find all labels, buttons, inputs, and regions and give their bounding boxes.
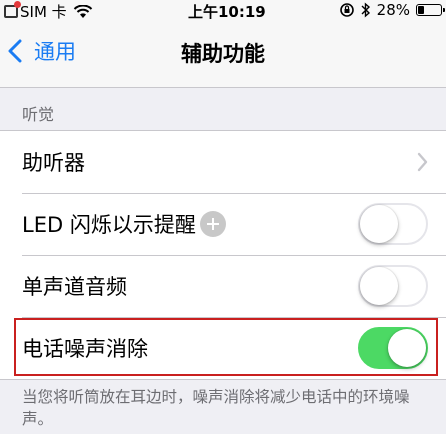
assistive-touch-icon[interactable] <box>199 211 226 237</box>
carrier-badge-icon <box>4 1 21 18</box>
wifi-icon <box>73 4 92 18</box>
carrier-label: SIM 卡 <box>20 3 67 21</box>
status-time: 上午10:19 <box>188 3 266 21</box>
battery-percent: 28% <box>376 1 410 19</box>
led-flash-toggle[interactable] <box>358 203 428 245</box>
bluetooth-icon <box>361 2 370 18</box>
mono-audio-toggle[interactable] <box>358 265 428 307</box>
toggle-knob <box>360 267 398 305</box>
row-label: LED 闪烁以示提醒 <box>22 213 196 237</box>
section-footer-note: 当您将听筒放在耳边时，噪声消除将减少电话中的环境噪声。 <box>22 388 410 428</box>
orientation-lock-icon <box>339 3 354 17</box>
noise-cancellation-toggle[interactable] <box>358 327 428 369</box>
status-right: 28% <box>339 1 445 19</box>
row-led-flash: LED 闪烁以示提醒 <box>0 193 446 255</box>
status-left: SIM 卡 <box>4 1 93 22</box>
battery-icon <box>416 4 445 16</box>
row-mono-audio: 单声道音频 <box>0 255 446 317</box>
chevron-right-icon <box>417 152 428 172</box>
row-phone-noise-cancellation: 电话噪声消除 <box>0 317 446 379</box>
row-label: 助听器 <box>22 151 85 175</box>
section-header-hearing: 听觉 <box>22 105 55 124</box>
settings-group-hearing: 助听器 LED 闪烁以示提醒 单声道音频 电话噪声消除 <box>0 130 446 380</box>
row-label: 电话噪声消除 <box>22 337 148 361</box>
navigation-bar: 通用 辅助功能 <box>0 22 446 88</box>
page-title: 辅助功能 <box>181 42 265 66</box>
row-hearing-aids[interactable]: 助听器 <box>0 131 446 193</box>
row-label: 单声道音频 <box>22 275 127 299</box>
toggle-knob <box>388 329 426 367</box>
status-bar: SIM 卡 上午10:19 28% <box>0 0 446 22</box>
toggle-knob <box>360 205 398 243</box>
